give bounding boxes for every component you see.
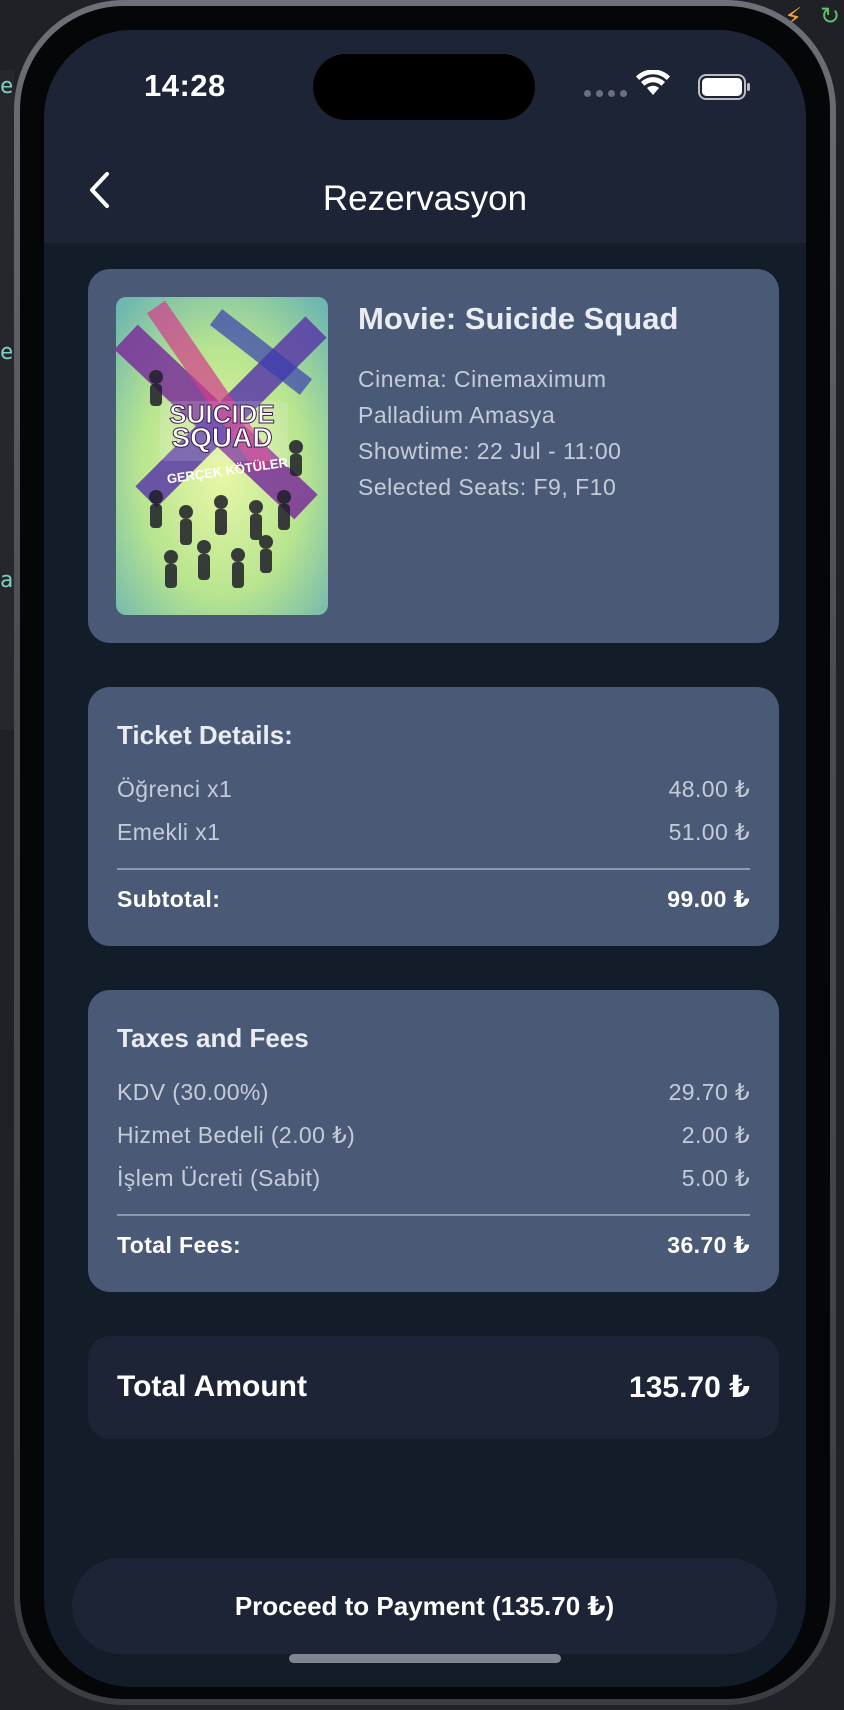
taxes-fees-card: Taxes and Fees KDV (30.00%) 29.70 ₺ Hizm… — [88, 990, 779, 1292]
page-title: Rezervasyon — [322, 179, 528, 218]
taxes-fees-heading: Taxes and Fees — [117, 1023, 309, 1053]
editor-edge — [0, 70, 14, 730]
subtotal-row: Subtotal: 99.00 ₺ — [117, 886, 750, 913]
status-bar: 14:28 — [44, 30, 806, 135]
movie-poster: SUICIDE SQUAD GERÇEK KÖTÜLER — [116, 297, 328, 615]
fee-label: Hizmet Bedeli (2.00 ₺) — [117, 1122, 356, 1148]
movie-title: Movie: Suicide Squad — [358, 301, 679, 336]
status-time: 14:28 — [144, 68, 226, 103]
fee-value: 2.00 ₺ — [681, 1122, 750, 1148]
total-amount-card: Total Amount 135.70 ₺ — [88, 1336, 779, 1439]
divider — [117, 868, 750, 870]
ticket-type-label: Emekli x1 — [117, 819, 221, 845]
subtotal-value: 99.00 ₺ — [667, 886, 750, 912]
fee-row: KDV (30.00%) 29.70 ₺ — [117, 1079, 750, 1106]
battery-icon — [698, 74, 750, 100]
total-amount-label: Total Amount — [117, 1370, 307, 1403]
movie-info: Movie: Suicide Squad Cinema: Cinemaximum… — [358, 301, 759, 505]
poster-title-line2: SQUAD — [171, 422, 272, 453]
navigation-bar: Rezervasyon — [44, 135, 806, 243]
poster-image: SUICIDE SQUAD GERÇEK KÖTÜLER — [116, 297, 328, 615]
fee-value: 29.70 ₺ — [668, 1079, 750, 1105]
divider — [117, 1214, 750, 1216]
showtime: Showtime: 22 Jul - 11:00 — [358, 438, 622, 464]
ticket-details-heading: Ticket Details: — [117, 720, 293, 750]
editor-glyph: e — [0, 340, 14, 365]
ticket-row: Emekli x1 51.00 ₺ — [117, 819, 750, 846]
ticket-type-label: Öğrenci x1 — [117, 776, 233, 802]
cinema-name: Cinema: Cinemaximum — [358, 366, 607, 392]
total-amount-value: 135.70 ₺ — [629, 1371, 750, 1404]
dynamic-island — [313, 54, 535, 120]
wifi-icon — [636, 70, 670, 95]
proceed-to-payment-button[interactable]: Proceed to Payment (135.70 ₺) — [72, 1558, 777, 1654]
fee-value: 5.00 ₺ — [681, 1165, 750, 1191]
fee-row: İşlem Ücreti (Sabit) 5.00 ₺ — [117, 1165, 750, 1192]
refresh-icon: ↻ — [820, 3, 841, 30]
subtotal-label: Subtotal: — [117, 886, 221, 912]
fee-label: İşlem Ücreti (Sabit) — [117, 1165, 321, 1191]
cinema-location: Palladium Amasya — [358, 402, 556, 428]
movie-card: SUICIDE SQUAD GERÇEK KÖTÜLER Movie: Suic… — [88, 269, 779, 643]
ticket-details-card: Ticket Details: Öğrenci x1 48.00 ₺ Emekl… — [88, 687, 779, 946]
fee-row: Hizmet Bedeli (2.00 ₺) 2.00 ₺ — [117, 1122, 750, 1149]
editor-glyph: e — [0, 74, 14, 99]
ticket-price: 48.00 ₺ — [668, 776, 750, 802]
fee-label: KDV (30.00%) — [117, 1079, 269, 1105]
app-screen: 14:28 Rezervasyon SUICIDE SQUAD GERÇEK K… — [44, 30, 806, 1687]
total-fees-value: 36.70 ₺ — [667, 1232, 750, 1258]
selected-seats: Selected Seats: F9, F10 — [358, 474, 617, 500]
total-fees-row: Total Fees: 36.70 ₺ — [117, 1232, 750, 1259]
total-fees-label: Total Fees: — [117, 1232, 242, 1258]
ticket-price: 51.00 ₺ — [668, 819, 750, 845]
home-indicator[interactable] — [289, 1654, 561, 1663]
cellular-signal-icon — [584, 90, 627, 97]
ticket-row: Öğrenci x1 48.00 ₺ — [117, 776, 750, 803]
editor-glyph: a — [0, 568, 14, 593]
